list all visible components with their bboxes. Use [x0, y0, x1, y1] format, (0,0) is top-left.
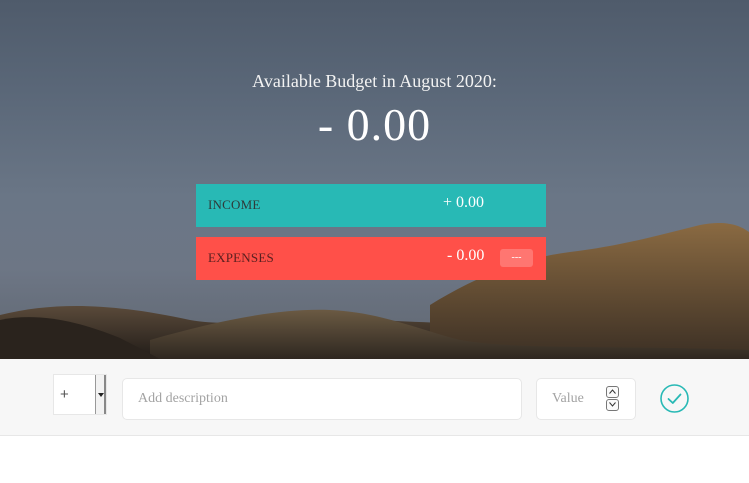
budget-value: - 0.00	[317, 99, 432, 150]
dropdown-arrow-icon[interactable]	[95, 375, 106, 414]
stepper-up-icon[interactable]	[606, 386, 619, 398]
background-landscape	[0, 222, 749, 359]
stepper-down-icon[interactable]	[606, 399, 619, 411]
expenses-summary: EXPENSES - 0.00 ---	[196, 237, 546, 280]
budget-header: Available Budget in August 2020: - 0.00 …	[0, 0, 749, 359]
expenses-percentage-badge: ---	[500, 249, 533, 267]
income-label: INCOME	[208, 197, 261, 212]
add-item-bar: +	[0, 359, 749, 436]
description-input[interactable]	[122, 378, 522, 420]
type-select[interactable]: +	[53, 374, 107, 415]
budget-title: Available Budget in August 2020:	[252, 71, 497, 91]
expenses-label: EXPENSES	[208, 250, 274, 265]
expenses-value: - 0.00	[447, 247, 485, 264]
value-stepper[interactable]	[606, 386, 619, 411]
checkmark-circle-icon	[660, 384, 689, 413]
type-select-value: +	[60, 386, 69, 403]
value-input[interactable]	[536, 378, 636, 420]
add-submit-button[interactable]	[659, 383, 690, 414]
income-summary: INCOME + 0.00	[196, 184, 546, 227]
income-value: + 0.00	[443, 194, 485, 211]
